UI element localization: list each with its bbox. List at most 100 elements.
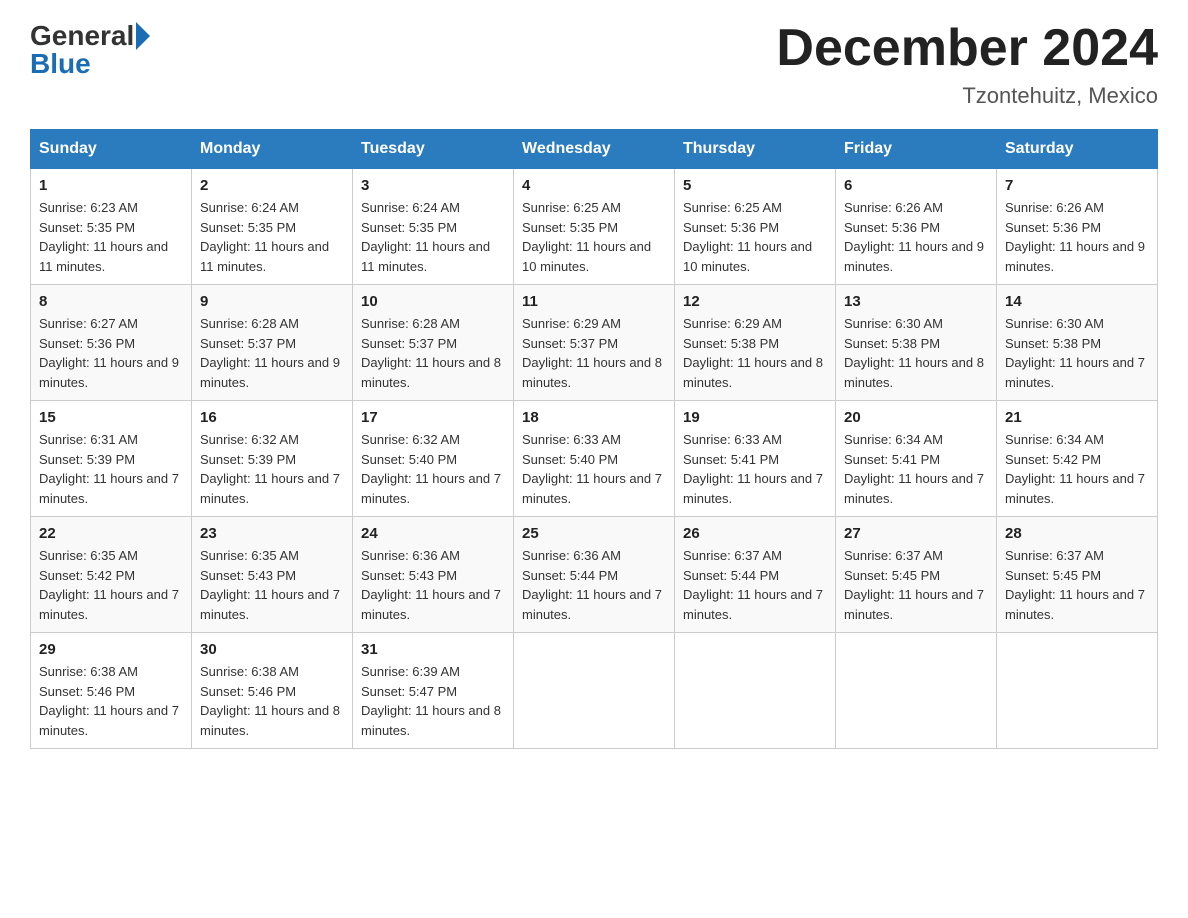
day-number: 11 [522, 293, 666, 310]
calendar-cell: 11 Sunrise: 6:29 AMSunset: 5:37 PMDayligh… [514, 285, 675, 401]
calendar-cell: 3Sunrise: 6:24 AMSunset: 5:35 PMDaylight… [353, 169, 514, 285]
day-info: Sunrise: 6:35 AMSunset: 5:42 PMDaylight:… [39, 546, 183, 624]
day-number: 30 [200, 641, 344, 658]
logo-blue-text: Blue [30, 48, 91, 80]
calendar-cell: 10 Sunrise: 6:28 AMSunset: 5:37 PMDayligh… [353, 285, 514, 401]
day-number: 31 [361, 641, 505, 658]
column-header-monday: Monday [192, 130, 353, 169]
column-header-friday: Friday [836, 130, 997, 169]
calendar-cell: 12 Sunrise: 6:29 AMSunset: 5:38 PMDayligh… [675, 285, 836, 401]
day-info: Sunrise: 6:38 AMSunset: 5:46 PMDaylight:… [200, 662, 344, 740]
title-block: December 2024 Tzontehuitz, Mexico [776, 20, 1158, 109]
day-info: Sunrise: 6:28 AMSunset: 5:37 PMDaylight:… [200, 314, 344, 392]
day-info: Sunrise: 6:38 AMSunset: 5:46 PMDaylight:… [39, 662, 183, 740]
calendar-header: SundayMondayTuesdayWednesdayThursdayFrid… [31, 130, 1158, 169]
day-number: 21 [1005, 409, 1149, 426]
calendar-cell: 18 Sunrise: 6:33 AMSunset: 5:40 PMDayligh… [514, 401, 675, 517]
day-info: Sunrise: 6:24 AMSunset: 5:35 PMDaylight:… [200, 198, 344, 276]
day-info: Sunrise: 6:37 AMSunset: 5:44 PMDaylight:… [683, 546, 827, 624]
day-info: Sunrise: 6:27 AMSunset: 5:36 PMDaylight:… [39, 314, 183, 392]
column-header-thursday: Thursday [675, 130, 836, 169]
page-header: General Blue December 2024 Tzontehuitz, … [30, 20, 1158, 109]
day-info: Sunrise: 6:37 AMSunset: 5:45 PMDaylight:… [844, 546, 988, 624]
calendar-cell: 19Sunrise: 6:33 AMSunset: 5:41 PMDayligh… [675, 401, 836, 517]
day-number: 25 [522, 525, 666, 542]
day-number: 18 [522, 409, 666, 426]
header-row: SundayMondayTuesdayWednesdayThursdayFrid… [31, 130, 1158, 169]
calendar-cell: 4 Sunrise: 6:25 AMSunset: 5:35 PMDaylight… [514, 169, 675, 285]
day-number: 24 [361, 525, 505, 542]
calendar-table: SundayMondayTuesdayWednesdayThursdayFrid… [30, 129, 1158, 749]
calendar-cell: 21 Sunrise: 6:34 AMSunset: 5:42 PMDayligh… [997, 401, 1158, 517]
calendar-cell: 9 Sunrise: 6:28 AMSunset: 5:37 PMDaylight… [192, 285, 353, 401]
day-info: Sunrise: 6:36 AMSunset: 5:44 PMDaylight:… [522, 546, 666, 624]
day-number: 28 [1005, 525, 1149, 542]
calendar-cell: 16 Sunrise: 6:32 AMSunset: 5:39 PMDayligh… [192, 401, 353, 517]
week-row-1: 1Sunrise: 6:23 AMSunset: 5:35 PMDaylight… [31, 169, 1158, 285]
week-row-4: 22 Sunrise: 6:35 AMSunset: 5:42 PMDayligh… [31, 517, 1158, 633]
day-info: Sunrise: 6:32 AMSunset: 5:39 PMDaylight:… [200, 430, 344, 508]
column-header-sunday: Sunday [31, 130, 192, 169]
day-number: 2 [200, 177, 344, 194]
calendar-cell: 26Sunrise: 6:37 AMSunset: 5:44 PMDayligh… [675, 517, 836, 633]
day-info: Sunrise: 6:35 AMSunset: 5:43 PMDaylight:… [200, 546, 344, 624]
calendar-cell: 25 Sunrise: 6:36 AMSunset: 5:44 PMDayligh… [514, 517, 675, 633]
day-number: 12 [683, 293, 827, 310]
day-number: 8 [39, 293, 183, 310]
day-number: 3 [361, 177, 505, 194]
column-header-saturday: Saturday [997, 130, 1158, 169]
day-number: 14 [1005, 293, 1149, 310]
calendar-cell: 2 Sunrise: 6:24 AMSunset: 5:35 PMDaylight… [192, 169, 353, 285]
day-info: Sunrise: 6:39 AMSunset: 5:47 PMDaylight:… [361, 662, 505, 740]
day-number: 10 [361, 293, 505, 310]
day-info: Sunrise: 6:32 AMSunset: 5:40 PMDaylight:… [361, 430, 505, 508]
day-info: Sunrise: 6:29 AMSunset: 5:38 PMDaylight:… [683, 314, 827, 392]
day-info: Sunrise: 6:37 AMSunset: 5:45 PMDaylight:… [1005, 546, 1149, 624]
calendar-title: December 2024 [776, 20, 1158, 77]
day-number: 27 [844, 525, 988, 542]
calendar-cell: 13Sunrise: 6:30 AMSunset: 5:38 PMDayligh… [836, 285, 997, 401]
calendar-cell: 23 Sunrise: 6:35 AMSunset: 5:43 PMDayligh… [192, 517, 353, 633]
day-info: Sunrise: 6:34 AMSunset: 5:42 PMDaylight:… [1005, 430, 1149, 508]
day-info: Sunrise: 6:26 AMSunset: 5:36 PMDaylight:… [844, 198, 988, 276]
logo-arrow-icon [136, 22, 150, 50]
calendar-cell: 1Sunrise: 6:23 AMSunset: 5:35 PMDaylight… [31, 169, 192, 285]
day-info: Sunrise: 6:26 AMSunset: 5:36 PMDaylight:… [1005, 198, 1149, 276]
day-info: Sunrise: 6:33 AMSunset: 5:40 PMDaylight:… [522, 430, 666, 508]
calendar-cell: 22 Sunrise: 6:35 AMSunset: 5:42 PMDayligh… [31, 517, 192, 633]
day-number: 7 [1005, 177, 1149, 194]
day-number: 4 [522, 177, 666, 194]
day-info: Sunrise: 6:28 AMSunset: 5:37 PMDaylight:… [361, 314, 505, 392]
day-number: 23 [200, 525, 344, 542]
week-row-5: 29Sunrise: 6:38 AMSunset: 5:46 PMDayligh… [31, 633, 1158, 749]
calendar-cell: 14 Sunrise: 6:30 AMSunset: 5:38 PMDayligh… [997, 285, 1158, 401]
week-row-2: 8 Sunrise: 6:27 AMSunset: 5:36 PMDaylight… [31, 285, 1158, 401]
day-info: Sunrise: 6:23 AMSunset: 5:35 PMDaylight:… [39, 198, 183, 276]
day-number: 13 [844, 293, 988, 310]
day-info: Sunrise: 6:30 AMSunset: 5:38 PMDaylight:… [1005, 314, 1149, 392]
calendar-cell [836, 633, 997, 749]
logo: General Blue [30, 20, 152, 80]
calendar-cell: 24 Sunrise: 6:36 AMSunset: 5:43 PMDayligh… [353, 517, 514, 633]
calendar-cell [997, 633, 1158, 749]
day-number: 22 [39, 525, 183, 542]
day-number: 17 [361, 409, 505, 426]
calendar-cell: 6 Sunrise: 6:26 AMSunset: 5:36 PMDaylight… [836, 169, 997, 285]
calendar-cell: 15Sunrise: 6:31 AMSunset: 5:39 PMDayligh… [31, 401, 192, 517]
day-number: 5 [683, 177, 827, 194]
day-number: 6 [844, 177, 988, 194]
day-info: Sunrise: 6:29 AMSunset: 5:37 PMDaylight:… [522, 314, 666, 392]
day-number: 9 [200, 293, 344, 310]
column-header-tuesday: Tuesday [353, 130, 514, 169]
calendar-cell: 20Sunrise: 6:34 AMSunset: 5:41 PMDayligh… [836, 401, 997, 517]
calendar-cell: 28 Sunrise: 6:37 AMSunset: 5:45 PMDayligh… [997, 517, 1158, 633]
day-number: 16 [200, 409, 344, 426]
calendar-cell [675, 633, 836, 749]
calendar-cell: 7 Sunrise: 6:26 AMSunset: 5:36 PMDaylight… [997, 169, 1158, 285]
column-header-wednesday: Wednesday [514, 130, 675, 169]
day-info: Sunrise: 6:33 AMSunset: 5:41 PMDaylight:… [683, 430, 827, 508]
calendar-cell: 30 Sunrise: 6:38 AMSunset: 5:46 PMDayligh… [192, 633, 353, 749]
day-info: Sunrise: 6:25 AMSunset: 5:35 PMDaylight:… [522, 198, 666, 276]
calendar-body: 1Sunrise: 6:23 AMSunset: 5:35 PMDaylight… [31, 169, 1158, 749]
day-info: Sunrise: 6:36 AMSunset: 5:43 PMDaylight:… [361, 546, 505, 624]
